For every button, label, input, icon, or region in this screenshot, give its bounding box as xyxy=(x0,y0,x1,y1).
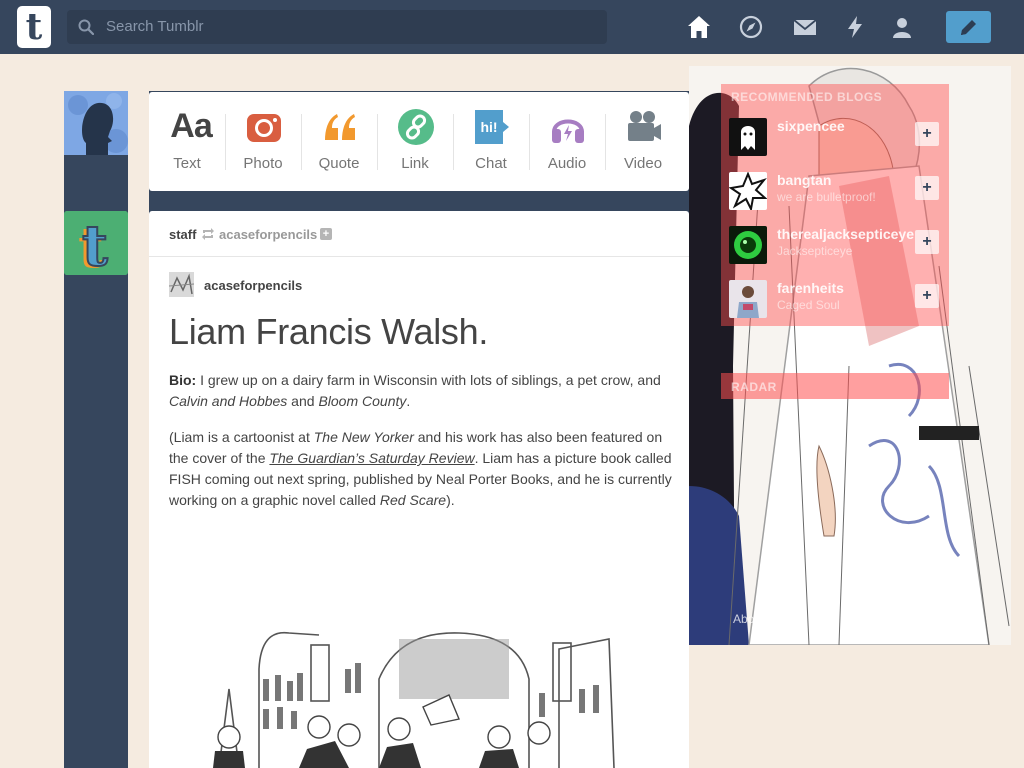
blog-name: farenheits xyxy=(777,280,844,296)
post-poster-link[interactable]: staff xyxy=(169,227,196,242)
home-icon[interactable] xyxy=(686,14,712,40)
pencil-icon xyxy=(961,20,976,35)
post-source-link[interactable]: acaseforpencils xyxy=(219,227,317,242)
silhouette-avatar-image xyxy=(64,91,128,155)
post-type-label: Video xyxy=(623,155,663,172)
bio-text: and xyxy=(287,393,319,409)
new-video-post-button[interactable]: Video xyxy=(605,92,681,191)
post-type-label: Chat xyxy=(475,155,507,172)
quote-icon xyxy=(325,114,355,140)
follow-plus-icon[interactable]: + xyxy=(320,228,332,240)
post-body: Bio: I grew up on a dairy farm in Wiscon… xyxy=(169,370,674,526)
tumblr-t-avatar-image: t t xyxy=(64,211,128,275)
chat-icon: hi! xyxy=(475,110,509,144)
follow-blog-button[interactable]: + xyxy=(915,176,939,200)
green-eye-avatar-image xyxy=(729,226,767,264)
novel-title: Red Scare xyxy=(379,492,447,508)
video-camera-icon xyxy=(628,111,661,141)
user-avatar[interactable] xyxy=(64,91,128,155)
blog-title: we are bulletproof! xyxy=(777,190,876,204)
bio-text: . xyxy=(406,393,411,409)
link-icon xyxy=(398,109,434,145)
bio-book-title: Calvin and Hobbes xyxy=(169,393,288,409)
radar-heading: RADAR xyxy=(731,380,777,394)
person-avatar-image xyxy=(729,280,767,318)
tumblr-logo[interactable]: t xyxy=(17,6,51,48)
new-text-post-button[interactable]: Aa Text xyxy=(149,92,225,191)
bio-paragraph: Bio: I grew up on a dairy farm in Wiscon… xyxy=(169,370,674,412)
svg-text:t: t xyxy=(82,213,108,275)
post-type-label: Audio xyxy=(547,155,587,172)
text-type-icon: Aa xyxy=(170,107,212,145)
follow-blog-button[interactable]: + xyxy=(915,122,939,146)
magazine-title: The New Yorker xyxy=(313,429,414,445)
blog-title: Caged Soul xyxy=(777,298,840,312)
footer-about-link[interactable]: About xyxy=(733,612,764,626)
mail-icon[interactable] xyxy=(792,14,818,40)
logo-letter: t xyxy=(25,6,43,48)
bio-book-title: Bloom County xyxy=(318,393,407,409)
post-type-bar: Aa Text Photo Quote Link hi! Chat Audio … xyxy=(149,92,689,191)
guardian-review-link[interactable]: The Guardian’s Saturday Review xyxy=(269,450,474,466)
new-link-post-button[interactable]: Link xyxy=(377,92,453,191)
recommended-blog-item[interactable]: therealjacksepticeye Jacksepticeye + xyxy=(721,218,949,272)
account-icon[interactable] xyxy=(889,14,915,40)
recommended-blog-item[interactable]: sixpencee + xyxy=(721,110,949,164)
bio-label: Bio: xyxy=(169,372,197,388)
blog-title: Jacksepticeye xyxy=(777,244,853,258)
headphones-icon xyxy=(552,119,584,143)
details-text: ). xyxy=(446,492,455,508)
recommended-blog-item[interactable]: bangtan we are bulletproof! + xyxy=(721,164,949,218)
reblog-icon xyxy=(202,228,214,240)
svg-text:hi!: hi! xyxy=(480,119,497,135)
blog-avatar xyxy=(729,118,767,156)
follow-blog-button[interactable]: + xyxy=(915,284,939,308)
bts-avatar-image xyxy=(729,172,767,210)
compass-icon[interactable] xyxy=(738,14,764,40)
recommended-blog-item[interactable]: farenheits Caged Soul + xyxy=(721,272,949,326)
search-icon xyxy=(78,19,94,35)
top-navigation-bar: t Search Tumblr xyxy=(0,0,1024,54)
post-card: staff acaseforpencils + acaseforpencils … xyxy=(149,211,689,768)
post-header: staff acaseforpencils + xyxy=(149,211,689,257)
new-audio-post-button[interactable]: Audio xyxy=(529,92,605,191)
post-type-label: Quote xyxy=(318,155,360,172)
blog-avatar xyxy=(729,172,767,210)
blog-name: bangtan xyxy=(777,172,832,188)
ghost-avatar-image xyxy=(729,118,767,156)
recommended-blogs-heading: RECOMMENDED BLOGS xyxy=(731,90,883,104)
details-text: (Liam is a cartoonist at xyxy=(169,429,314,445)
blog-name: therealjacksepticeye xyxy=(777,226,914,242)
blog-avatar xyxy=(729,226,767,264)
post-type-label: Text xyxy=(173,155,201,172)
search-placeholder: Search Tumblr xyxy=(106,18,204,35)
search-input[interactable]: Search Tumblr xyxy=(67,10,607,44)
blog-name: sixpencee xyxy=(777,118,845,134)
dashboard-left-column xyxy=(64,91,128,768)
post-type-label: Link xyxy=(401,155,429,172)
post-type-label: Photo xyxy=(243,155,283,172)
compose-button[interactable] xyxy=(946,11,991,43)
post-title: Liam Francis Walsh. xyxy=(169,311,489,352)
staff-avatar[interactable]: t t xyxy=(64,211,128,275)
new-quote-post-button[interactable]: Quote xyxy=(301,92,377,191)
new-chat-post-button[interactable]: hi! Chat xyxy=(453,92,529,191)
sketch-avatar-image xyxy=(169,272,194,297)
author-avatar[interactable] xyxy=(169,272,194,297)
follow-blog-button[interactable]: + xyxy=(915,230,939,254)
author-name-link[interactable]: acaseforpencils xyxy=(204,278,302,293)
camera-icon xyxy=(247,114,281,142)
cartoon-illustration-image[interactable] xyxy=(199,609,629,768)
details-paragraph: (Liam is a cartoonist at The New Yorker … xyxy=(169,427,674,511)
bio-text: I grew up on a dairy farm in Wisconsin w… xyxy=(196,372,661,388)
new-photo-post-button[interactable]: Photo xyxy=(225,92,301,191)
blog-avatar xyxy=(729,280,767,318)
lightning-icon[interactable] xyxy=(842,14,868,40)
